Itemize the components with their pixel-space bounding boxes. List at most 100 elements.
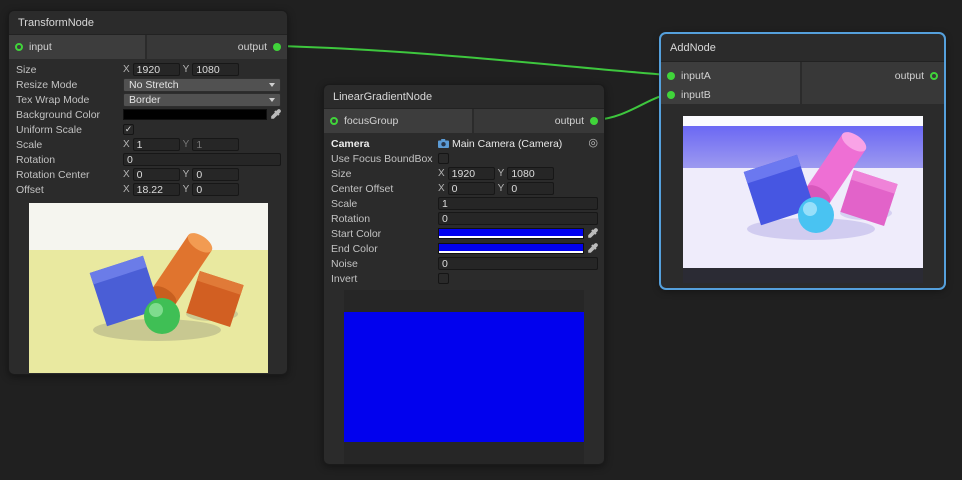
center-offset-y-input[interactable]: [507, 182, 554, 195]
end-color-label: End Color: [331, 243, 438, 255]
use-focus-boundbox-checkbox[interactable]: [438, 153, 449, 164]
gradient-blue-fill: [344, 312, 584, 442]
node-title: TransformNode: [9, 11, 287, 35]
tex-wrap-mode-label: Tex Wrap Mode: [16, 94, 123, 106]
center-offset-x-input[interactable]: [448, 182, 495, 195]
tex-wrap-mode-dropdown[interactable]: Border: [123, 93, 281, 107]
inputa-port-label: inputA: [681, 70, 711, 82]
rotation-center-label: Rotation Center: [16, 169, 123, 181]
y-axis-label: Y: [183, 184, 190, 195]
inputb-port-label: inputB: [681, 89, 711, 101]
eyedropper-icon[interactable]: [270, 109, 281, 120]
output-port-box: output: [802, 62, 944, 104]
y-axis-label: Y: [498, 183, 505, 194]
background-color-swatch[interactable]: [123, 109, 267, 120]
camera-row: Camera Main Camera (Camera) ◎: [324, 136, 604, 151]
property-rows: Size X Y Resize Mode No Stretch Tex Wrap…: [9, 59, 287, 197]
eyedropper-icon[interactable]: [587, 243, 598, 254]
resize-mode-value: No Stretch: [129, 79, 179, 91]
invert-checkbox[interactable]: [438, 273, 449, 284]
y-axis-label: Y: [183, 64, 190, 75]
noise-row: Noise: [324, 256, 604, 271]
rotation-row: Rotation: [9, 152, 287, 167]
background-color-row: Background Color: [9, 107, 287, 122]
alpha-strip: [439, 251, 583, 254]
alpha-strip: [439, 236, 583, 239]
focusgroup-port-row[interactable]: focusGroup: [324, 109, 472, 133]
inputa-port-row[interactable]: inputA: [667, 66, 794, 85]
output-port-row[interactable]: output: [147, 35, 287, 59]
rotation-row: Rotation: [324, 211, 604, 226]
output-port-icon[interactable]: [590, 117, 598, 125]
start-color-swatch[interactable]: [438, 228, 584, 239]
size-row: Size X Y: [9, 62, 287, 77]
edge-transform-output-to-addnode-inputa[interactable]: [279, 46, 668, 75]
rotation-label: Rotation: [16, 154, 123, 166]
edge-lineargradient-output-to-addnode-inputb[interactable]: [596, 94, 668, 120]
object-picker-icon[interactable]: ◎: [588, 138, 598, 149]
output-port-row[interactable]: output: [895, 66, 938, 85]
end-color-swatch[interactable]: [438, 243, 584, 254]
focusgroup-port-icon[interactable]: [330, 117, 338, 125]
camera-object-field[interactable]: Main Camera (Camera) ◎: [438, 138, 598, 150]
invert-row: Invert: [324, 271, 604, 286]
size-y-input[interactable]: [507, 167, 554, 180]
start-color-row: Start Color: [324, 226, 604, 241]
chevron-down-icon: [269, 98, 275, 102]
inputb-port-icon[interactable]: [667, 91, 675, 99]
rotation-center-x-input[interactable]: [133, 168, 180, 181]
noise-input[interactable]: [438, 257, 598, 270]
node-title: LinearGradientNode: [324, 85, 604, 109]
resize-mode-row: Resize Mode No Stretch: [9, 77, 287, 92]
scale-label: Scale: [16, 139, 123, 151]
center-offset-row: Center Offset X Y: [324, 181, 604, 196]
x-axis-label: X: [438, 183, 445, 194]
rotation-center-y-input[interactable]: [192, 168, 239, 181]
output-port-label: output: [895, 70, 924, 82]
transform-preview-image: [29, 203, 268, 373]
use-focus-boundbox-row: Use Focus BoundBox: [324, 151, 604, 166]
input-port-icon[interactable]: [15, 43, 23, 51]
transform-node[interactable]: TransformNode input output Size X Y Resi…: [8, 10, 288, 375]
inputb-port-row[interactable]: inputB: [667, 85, 794, 104]
input-ports-box: inputA inputB: [661, 62, 800, 104]
eyedropper-icon[interactable]: [587, 228, 598, 239]
output-port-row[interactable]: output: [474, 109, 604, 133]
rotation-center-row: Rotation Center X Y: [9, 167, 287, 182]
node-title: AddNode: [661, 34, 944, 62]
add-node[interactable]: AddNode inputA inputB output: [660, 33, 945, 289]
input-port-row[interactable]: input: [9, 35, 145, 59]
size-y-input[interactable]: [192, 63, 239, 76]
output-port-label: output: [238, 41, 267, 53]
inputa-port-icon[interactable]: [667, 72, 675, 80]
uniform-scale-row: Uniform Scale ✓: [9, 122, 287, 137]
resize-mode-label: Resize Mode: [16, 79, 123, 91]
size-x-input[interactable]: [133, 63, 180, 76]
output-port-icon[interactable]: [930, 72, 938, 80]
rotation-input[interactable]: [438, 212, 598, 225]
size-x-input[interactable]: [448, 167, 495, 180]
port-strip: focusGroup output: [324, 109, 604, 133]
offset-y-input[interactable]: [192, 183, 239, 196]
add-preview-image: [683, 116, 923, 283]
uniform-scale-checkbox[interactable]: ✓: [123, 124, 134, 135]
scale-x-input[interactable]: [133, 138, 180, 151]
start-color-label: Start Color: [331, 228, 438, 240]
offset-x-input[interactable]: [133, 183, 180, 196]
chevron-down-icon: [269, 83, 275, 87]
scale-label: Scale: [331, 198, 438, 210]
rotation-input[interactable]: [123, 153, 281, 166]
x-axis-label: X: [123, 64, 130, 75]
invert-label: Invert: [331, 273, 438, 285]
offset-label: Offset: [16, 184, 123, 196]
output-port-icon[interactable]: [273, 43, 281, 51]
scale-input[interactable]: [438, 197, 598, 210]
size-label: Size: [16, 64, 123, 76]
x-axis-label: X: [123, 169, 130, 180]
linear-gradient-node[interactable]: LinearGradientNode focusGroup output Cam…: [323, 84, 605, 465]
input-port-label: input: [29, 41, 52, 53]
y-axis-label: Y: [183, 139, 190, 150]
camera-label: Camera: [331, 138, 438, 150]
resize-mode-dropdown[interactable]: No Stretch: [123, 78, 281, 92]
scale-y-input[interactable]: [192, 138, 239, 151]
